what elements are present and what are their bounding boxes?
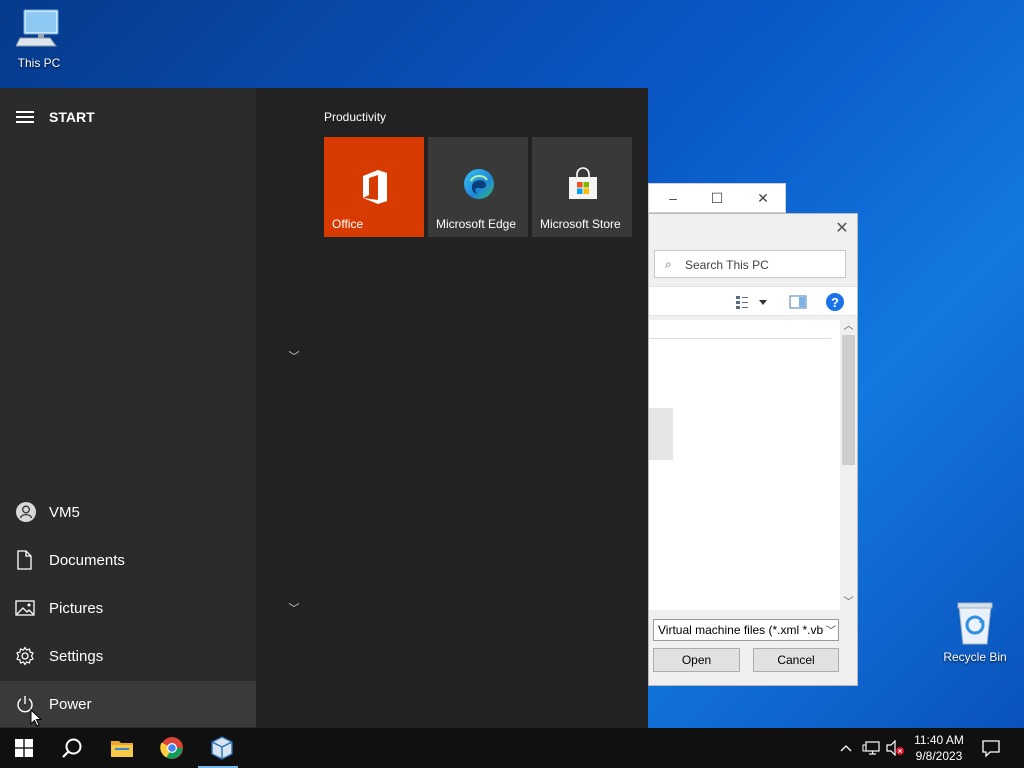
view-options-icon[interactable] — [735, 294, 767, 310]
chevron-down-icon[interactable]: ﹀ — [287, 348, 301, 363]
store-icon — [569, 167, 597, 199]
start-nav-label: Documents — [49, 551, 125, 569]
start-nav-user[interactable]: VM5 — [0, 489, 256, 535]
mouse-cursor-icon — [30, 709, 42, 727]
start-button[interactable] — [0, 728, 48, 768]
recycle-bin-icon — [957, 602, 993, 645]
office-icon — [363, 170, 387, 204]
file-list[interactable] — [649, 320, 840, 610]
start-left-pane — [0, 88, 256, 728]
scrollbar-thumb[interactable] — [842, 335, 855, 465]
tile-label: Microsoft Edge — [436, 217, 517, 231]
open-file-dialog: ✕ ⌕ Search This PC ? ︿ ﹀ Virtual machine… — [648, 213, 858, 686]
dialog-toolbar: ? — [649, 286, 857, 316]
preview-pane-icon[interactable] — [789, 294, 807, 310]
picture-icon — [15, 600, 35, 616]
start-nav-label: Settings — [49, 647, 104, 665]
show-hidden-icons[interactable] — [836, 728, 856, 768]
desktop-icon-label: This PC — [17, 56, 61, 70]
taskbar-clock[interactable]: 11:40 AM 9/8/2023 — [906, 732, 972, 764]
close-icon[interactable]: ✕ — [833, 220, 851, 238]
start-nav-label: Power — [49, 695, 92, 713]
svg-text:?: ? — [831, 295, 839, 310]
search-input[interactable]: ⌕ Search This PC — [654, 250, 846, 278]
chevron-down-icon: ﹀ — [824, 622, 836, 637]
file-type-value: Virtual machine files (*.xml *.vb — [658, 623, 824, 637]
user-avatar-icon — [16, 502, 36, 522]
clock-time: 11:40 AM — [914, 733, 964, 747]
gear-icon — [16, 646, 34, 666]
taskbar-chrome[interactable] — [148, 728, 196, 768]
chevron-up-icon — [840, 745, 852, 752]
search-icon: ⌕ — [665, 257, 672, 271]
action-center-button[interactable] — [980, 728, 1002, 768]
close-icon[interactable]: ✕ — [753, 190, 773, 206]
cancel-button[interactable]: Cancel — [753, 648, 839, 672]
chrome-icon — [160, 737, 183, 759]
start-header-label: START — [49, 109, 95, 125]
desktop-icon-label: Recycle Bin — [943, 650, 1007, 664]
tile-microsoft-edge[interactable]: Microsoft Edge — [428, 137, 528, 237]
taskbar-search-button[interactable] — [48, 728, 96, 768]
start-nav-settings[interactable]: Settings — [0, 633, 256, 679]
volume-tray-button[interactable] — [884, 728, 906, 768]
search-icon — [62, 738, 82, 758]
chevron-down-icon[interactable]: ﹀ — [287, 600, 301, 615]
tile-label: Office — [332, 217, 364, 231]
start-nav-label: Pictures — [49, 599, 104, 617]
tile-group-title: Productivity — [324, 110, 387, 124]
list-item[interactable] — [649, 408, 673, 460]
desktop-icon-this-pc[interactable]: This PC — [1, 8, 77, 70]
tile-label: Microsoft Store — [540, 217, 621, 231]
volume-muted-icon — [886, 740, 904, 756]
open-button[interactable]: Open — [653, 648, 740, 672]
taskbar-virtualbox[interactable] — [198, 728, 246, 768]
vertical-scrollbar[interactable]: ︿ ﹀ — [840, 320, 857, 610]
clock-date: 9/8/2023 — [915, 749, 963, 763]
network-icon — [862, 741, 880, 755]
network-tray-button[interactable] — [860, 728, 882, 768]
computer-icon — [16, 9, 59, 47]
maximize-icon[interactable]: ☐ — [707, 190, 727, 206]
file-type-select[interactable]: Virtual machine files (*.xml *.vb ﹀ — [653, 619, 839, 641]
file-explorer-icon — [111, 741, 133, 757]
start-nav-label: VM5 — [49, 503, 80, 521]
search-placeholder: Search This PC — [685, 258, 769, 272]
scroll-down-icon[interactable]: ﹀ — [840, 596, 857, 610]
explorer-window-titlebar[interactable]: – ☐ ✕ — [648, 183, 786, 213]
taskbar: 11:40 AM 9/8/2023 — [0, 728, 1024, 768]
start-nav-documents[interactable]: Documents — [0, 537, 256, 583]
help-icon[interactable]: ? — [825, 292, 845, 312]
scroll-up-icon[interactable]: ︿ — [840, 320, 857, 334]
start-menu: START VM5 Documents Pictures Settings Po… — [0, 88, 648, 728]
minimize-icon[interactable]: – — [663, 190, 683, 206]
edge-icon — [464, 169, 494, 199]
document-icon — [17, 550, 32, 570]
taskbar-file-explorer[interactable] — [98, 728, 146, 768]
hamburger-menu-icon[interactable] — [16, 108, 34, 126]
tile-office[interactable]: Office — [324, 137, 424, 237]
start-windows-icon — [15, 739, 33, 757]
list-header-divider — [649, 338, 831, 339]
tile-microsoft-store[interactable]: Microsoft Store — [532, 137, 632, 237]
notification-icon — [982, 740, 1000, 757]
start-nav-pictures[interactable]: Pictures — [0, 585, 256, 631]
start-header[interactable]: START — [16, 108, 95, 126]
virtualbox-icon — [211, 736, 233, 760]
desktop-icon-recycle-bin[interactable]: Recycle Bin — [937, 600, 1013, 664]
